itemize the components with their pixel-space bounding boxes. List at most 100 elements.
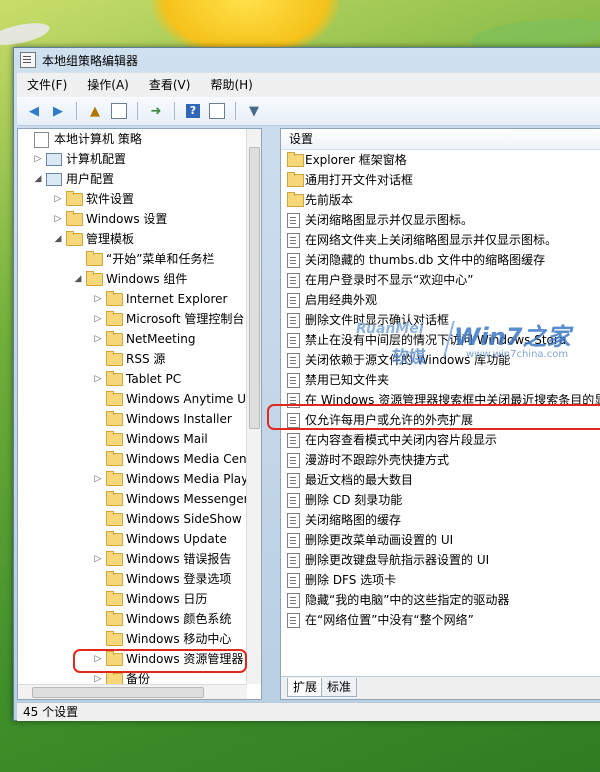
back-arrow-icon[interactable]: ◀: [25, 102, 43, 120]
setting-label: 通用打开文件对话框: [305, 173, 414, 187]
tree-item[interactable]: Windows Mail: [18, 429, 247, 449]
folder-icon: [287, 192, 304, 207]
policy-setting-item[interactable]: 删除 DFS 选项卡: [281, 570, 600, 590]
expand-triangle-icon[interactable]: ▷: [54, 209, 62, 229]
column-header-settings[interactable]: 设置: [281, 129, 600, 150]
tree-item[interactable]: Windows Anytime Up: [18, 389, 247, 409]
tree-item[interactable]: “开始”菜单和任务栏: [18, 249, 247, 269]
tree-item[interactable]: Windows 日历: [18, 589, 247, 609]
properties-icon[interactable]: [208, 102, 226, 120]
policy-setting-item[interactable]: 删除文件时显示确认对话框: [281, 310, 600, 330]
collapse-triangle-icon[interactable]: ◢: [54, 229, 62, 249]
policy-setting-item[interactable]: 关闭隐藏的 thumbs.db 文件中的缩略图缓存: [281, 250, 600, 270]
tree-item[interactable]: Windows 移动中心: [18, 629, 247, 649]
menu-help[interactable]: 帮助(H): [200, 75, 262, 95]
policy-setting-item[interactable]: 禁止在没有中间层的情况下访问 Windows Stora: [281, 330, 600, 350]
tab-extended[interactable]: 扩展: [287, 678, 324, 697]
policy-setting-item[interactable]: 关闭缩略图显示并仅显示图标。: [281, 210, 600, 230]
policy-setting-icon: [287, 273, 300, 288]
tree-item[interactable]: Windows Media Cen: [18, 449, 247, 469]
collapse-triangle-icon[interactable]: ◢: [34, 169, 42, 189]
tree-item-label: Windows Media Play: [126, 472, 247, 486]
policy-setting-icon: [287, 553, 300, 568]
settings-folder-item[interactable]: 先前版本: [281, 190, 600, 210]
tree-item-label: 软件设置: [86, 192, 135, 206]
policy-setting-icon: [287, 213, 300, 228]
tab-standard[interactable]: 标准: [321, 678, 358, 697]
expand-triangle-icon[interactable]: ▷: [94, 289, 102, 309]
policy-setting-item[interactable]: 在网络文件夹上关闭缩略图显示并仅显示图标。: [281, 230, 600, 250]
tree-item[interactable]: Windows Messenger: [18, 489, 247, 509]
tree-item[interactable]: Windows SideShow: [18, 509, 247, 529]
up-folder-icon[interactable]: ▲: [86, 102, 104, 120]
tree-item[interactable]: ▷ 软件设置: [18, 189, 247, 209]
tree-item[interactable]: ◢ 管理模板: [18, 229, 247, 249]
policy-setting-item[interactable]: 在内容查看模式中关闭内容片段显示: [281, 430, 600, 450]
policy-setting-item[interactable]: 关闭依赖于源文件的 Windows 库功能: [281, 350, 600, 370]
show-hide-tree-icon[interactable]: [110, 102, 128, 120]
menu-view[interactable]: 查看(V): [139, 75, 201, 95]
setting-label: 删除更改菜单动画设置的 UI: [305, 533, 454, 547]
tree-item[interactable]: Windows Update: [18, 529, 247, 549]
policy-setting-item[interactable]: 启用经典外观: [281, 290, 600, 310]
folder-icon: [106, 291, 123, 306]
tree-item[interactable]: ▷ Tablet PC: [18, 369, 247, 389]
policy-setting-item[interactable]: 漫游时不跟踪外壳快捷方式: [281, 450, 600, 470]
tree-item[interactable]: ▷ Windows Media Play: [18, 469, 247, 489]
policy-setting-item[interactable]: 在“网络位置”中没有“整个网络”: [281, 610, 600, 630]
expand-triangle-icon[interactable]: ▷: [94, 549, 102, 569]
forward-arrow-icon[interactable]: ▶: [49, 102, 67, 120]
expand-triangle-icon[interactable]: ▷: [54, 189, 62, 209]
export-list-icon[interactable]: ➜: [147, 102, 165, 120]
tree-item[interactable]: ◢ 用户配置: [18, 169, 247, 189]
settings-folder-item[interactable]: Explorer 框架窗格: [281, 150, 600, 170]
settings-folder-item[interactable]: 通用打开文件对话框: [281, 170, 600, 190]
tree-item[interactable]: 本地计算机 策略: [18, 129, 247, 149]
tree-item[interactable]: Windows 登录选项: [18, 569, 247, 589]
folder-icon: [66, 191, 83, 206]
scroll-thumb[interactable]: [249, 147, 260, 429]
policy-setting-item[interactable]: 最近文档的最大数目: [281, 470, 600, 490]
policy-setting-icon: [287, 233, 300, 248]
tree-item[interactable]: ▷ Windows 错误报告: [18, 549, 247, 569]
help-icon[interactable]: ?: [184, 102, 202, 120]
policy-setting-icon: [287, 373, 300, 388]
tree-item[interactable]: RSS 源: [18, 349, 247, 369]
title-bar[interactable]: 本地组策略编辑器: [14, 48, 600, 72]
tree-item[interactable]: ▷ Microsoft 管理控制台: [18, 309, 247, 329]
expand-triangle-icon[interactable]: ▷: [94, 369, 102, 389]
policy-setting-item[interactable]: 删除更改菜单动画设置的 UI: [281, 530, 600, 550]
policy-setting-item[interactable]: 禁用已知文件夹: [281, 370, 600, 390]
expand-triangle-icon[interactable]: ▷: [94, 309, 102, 329]
expand-triangle-icon[interactable]: ▷: [34, 149, 42, 169]
policy-setting-item[interactable]: 删除 CD 刻录功能: [281, 490, 600, 510]
setting-label: 在“网络位置”中没有“整个网络”: [305, 613, 474, 627]
tree-item[interactable]: ▷ Internet Explorer: [18, 289, 247, 309]
tree-item[interactable]: ▷ 计算机配置: [18, 149, 247, 169]
policy-setting-item[interactable]: 关闭缩略图的缓存: [281, 510, 600, 530]
tree-horizontal-scrollbar[interactable]: [18, 684, 247, 699]
menu-file[interactable]: 文件(F): [17, 75, 77, 95]
policy-setting-item[interactable]: 在用户登录时不显示“欢迎中心”: [281, 270, 600, 290]
menu-action[interactable]: 操作(A): [77, 75, 139, 95]
policy-setting-icon: [287, 573, 300, 588]
collapse-triangle-icon[interactable]: ◢: [74, 269, 82, 289]
expand-triangle-icon[interactable]: ▷: [94, 469, 102, 489]
policy-setting-icon: [287, 493, 300, 508]
tree-item[interactable]: ▷ NetMeeting: [18, 329, 247, 349]
toolbar-separator: [174, 102, 175, 120]
filter-icon[interactable]: ▼: [245, 102, 263, 120]
setting-label: 删除 CD 刻录功能: [305, 493, 403, 507]
tree-item[interactable]: ◢ Windows 组件: [18, 269, 247, 289]
tree-item-label: Windows Media Cen: [126, 452, 247, 466]
tree-item[interactable]: Windows 颜色系统: [18, 609, 247, 629]
policy-setting-item[interactable]: 隐藏“我的电脑”中的这些指定的驱动器: [281, 590, 600, 610]
tree-item[interactable]: ▷ Windows 设置: [18, 209, 247, 229]
scroll-thumb[interactable]: [32, 687, 204, 698]
highlight-annotation: [73, 649, 247, 673]
tree-vertical-scrollbar[interactable]: [246, 129, 261, 684]
policy-setting-item[interactable]: 删除更改键盘导航指示器设置的 UI: [281, 550, 600, 570]
tree-item[interactable]: Windows Installer: [18, 409, 247, 429]
expand-triangle-icon[interactable]: ▷: [94, 329, 102, 349]
folder-icon: [106, 531, 123, 546]
